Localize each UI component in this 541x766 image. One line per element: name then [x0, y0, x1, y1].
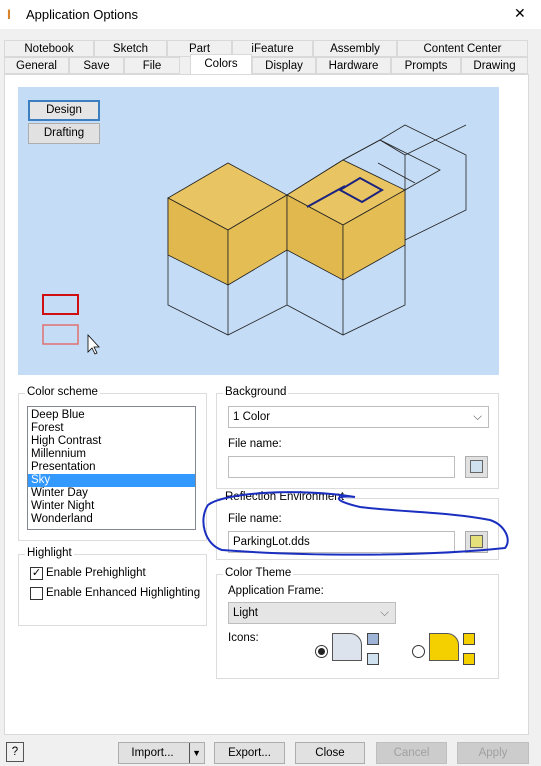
help-button[interactable]: ? [6, 742, 24, 762]
import-dropdown-arrow-icon[interactable]: ▼ [189, 743, 201, 763]
export-button[interactable]: Export... [214, 742, 285, 764]
apply-button[interactable]: Apply [457, 742, 529, 764]
close-button[interactable]: Close [295, 742, 365, 764]
import-button[interactable]: Import... ▼ [118, 742, 205, 764]
cancel-button[interactable]: Cancel [376, 742, 447, 764]
hand-drawn-annotation [202, 491, 509, 556]
import-label: Import... [131, 747, 174, 759]
